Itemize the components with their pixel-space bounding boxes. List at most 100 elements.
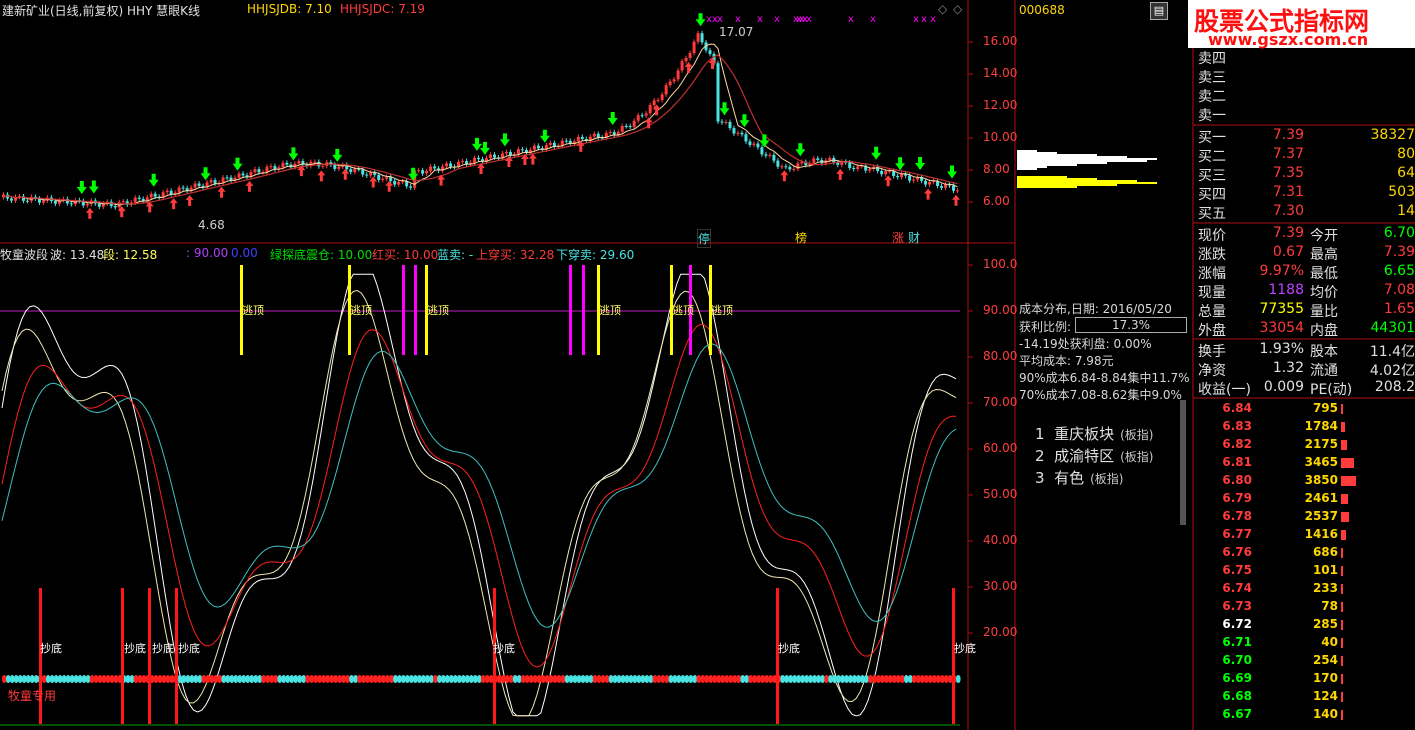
trend-band-segment: [481, 675, 486, 683]
trend-band-segment: [584, 675, 590, 683]
book-icon[interactable]: ▤: [1150, 2, 1168, 20]
candle-body: [764, 154, 768, 156]
trend-band-segment: [29, 675, 35, 683]
trend-band-segment: [185, 675, 191, 683]
sell-arrow-icon: [185, 195, 194, 207]
stat-value: 0.67: [1272, 244, 1304, 260]
bid-volume: 14: [1397, 203, 1415, 219]
trend-band-segment: [413, 675, 418, 683]
chip-bar-profit: [1017, 160, 1147, 162]
window-control-icon[interactable]: ◇: [953, 2, 962, 16]
candle-body: [780, 166, 784, 168]
buy-arrow-icon: [607, 112, 618, 126]
bottom-signal-label: 抄底: [493, 642, 515, 655]
top-marker-icon: x: [735, 14, 741, 25]
chip-bar-loss: [1017, 186, 1077, 188]
dist-price: 6.76: [1222, 545, 1252, 559]
trend-band-segment: [421, 675, 426, 683]
trend-band-segment: [612, 675, 618, 683]
trend-band-segment: [912, 675, 917, 683]
trend-band-segment: [105, 675, 111, 683]
bottom-signal-label: 抄底: [124, 642, 146, 655]
trend-band-segment: [245, 675, 250, 683]
tag-rise[interactable]: 涨: [892, 229, 904, 246]
trend-band-segment: [904, 675, 909, 683]
stat-value: 7.39: [1383, 244, 1415, 260]
main-y-tick-label: 12.00: [983, 98, 1018, 112]
trend-band-segment: [17, 675, 23, 683]
trend-band-segment: [77, 675, 83, 683]
candle-body: [133, 197, 137, 203]
candle-body: [137, 197, 141, 199]
trend-band-segment: [680, 675, 686, 683]
tag-suspend[interactable]: 停: [697, 229, 712, 248]
sell-arrow-icon: [836, 168, 845, 180]
level-90-value: : 90.00: [186, 246, 229, 260]
trend-band-segment: [544, 675, 550, 683]
main-y-tick-label: 6.00: [983, 194, 1010, 208]
trend-band-segment: [816, 675, 821, 683]
dist-bar: [1341, 692, 1343, 702]
candle-body: [676, 70, 680, 80]
candle-body: [361, 169, 365, 175]
tag-finance[interactable]: 财: [908, 229, 920, 246]
candle-body: [752, 143, 756, 145]
dist-bar: [1341, 710, 1343, 720]
candle-body: [516, 149, 520, 155]
candle-body: [536, 145, 540, 149]
candle-body: [393, 180, 397, 185]
candle-body: [313, 161, 317, 163]
candle-body: [924, 180, 928, 185]
dist-bar: [1341, 404, 1343, 414]
trend-band-segment: [465, 675, 470, 683]
dist-volume: 285: [1312, 617, 1338, 631]
bottom-signal-label: 抄底: [778, 642, 800, 655]
tag-rank[interactable]: 榜: [795, 229, 807, 246]
trend-band-segment: [588, 675, 594, 683]
buy-arrow-icon: [719, 102, 730, 116]
chip-bar-profit: [1017, 154, 1097, 156]
dist-volume: 3850: [1304, 473, 1338, 487]
trend-band-segment: [956, 675, 961, 683]
bottom-signal-bar: [175, 588, 178, 724]
candle-body: [69, 203, 73, 205]
indicator-hhjsjdc: HHJSJDC: 7.19: [340, 2, 425, 16]
trend-band-segment: [832, 675, 837, 683]
trend-band-segment: [61, 675, 67, 683]
stat-label: PE(动): [1310, 382, 1353, 398]
sector-item[interactable]: 3 有色 (板指): [1035, 467, 1123, 488]
sector-item[interactable]: 1 重庆板块 (板指): [1035, 423, 1153, 444]
dist-volume: 2175: [1304, 437, 1338, 451]
trend-band-segment: [345, 675, 350, 683]
diamond-icon[interactable]: ◇: [938, 2, 947, 16]
dist-bar: [1341, 584, 1343, 594]
dist-bar: [1341, 530, 1347, 540]
stat-value: 1.93%: [1259, 341, 1304, 357]
sub-y-tick-label: 100.0: [983, 257, 1018, 271]
candle-body: [760, 147, 764, 155]
trend-band-segment: [261, 675, 266, 683]
buy-arrow-icon: [539, 129, 550, 143]
sector-item[interactable]: 2 成渝特区 (板指): [1035, 445, 1153, 466]
dist-price: 6.77: [1222, 527, 1252, 541]
stock-code: 000688: [1019, 3, 1065, 17]
top-signal-label: 逃顶: [599, 304, 621, 317]
trend-band-segment: [373, 675, 378, 683]
trend-band-segment: [289, 675, 294, 683]
bid-volume: 503: [1388, 184, 1415, 200]
sell-arrow-icon: [884, 175, 893, 187]
dist-price: 6.74: [1222, 581, 1252, 595]
candle-body: [868, 168, 872, 171]
trend-band-segment: [908, 675, 913, 683]
watermark: 股票公式指标网 www.gszx.com.cn: [1188, 0, 1415, 49]
dist-bar: [1341, 674, 1343, 684]
candle-body: [784, 166, 788, 168]
trend-band-segment: [429, 675, 434, 683]
chip-bar-loss: [1017, 178, 1097, 180]
green-shakeout-value: 绿探底震仓: 10.00: [270, 248, 373, 262]
trend-band-segment: [560, 675, 566, 683]
dist-price: 6.73: [1222, 599, 1252, 613]
trend-band-segment: [317, 675, 322, 683]
dist-price: 6.67: [1222, 707, 1252, 721]
trend-band-segment: [333, 675, 338, 683]
